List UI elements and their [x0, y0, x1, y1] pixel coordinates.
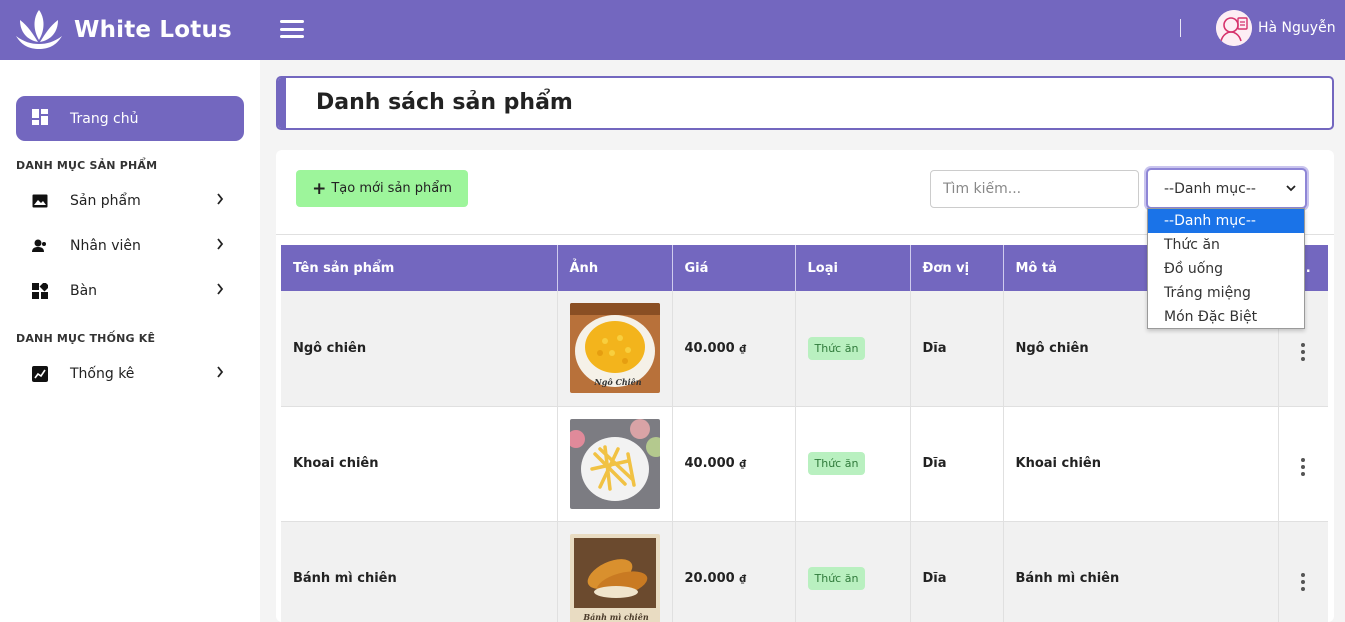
product-price: 40.000 ₫: [672, 291, 796, 407]
dashboard-icon: [32, 108, 48, 129]
product-name: Khoai chiên: [281, 406, 558, 522]
chevron-right-icon: [216, 238, 224, 254]
user-avatar-icon: [1216, 10, 1252, 46]
user-menu[interactable]: Hà Nguyễn: [1216, 10, 1336, 46]
page-title-box: Danh sách sản phẩm: [276, 76, 1334, 130]
product-price: 20.000 ₫: [672, 521, 796, 622]
hamburger-line: [280, 27, 304, 31]
column-header-unit[interactable]: Đơn vị: [910, 245, 1004, 291]
currency-symbol: ₫: [739, 459, 747, 470]
sidebar-item-label: Sản phẩm: [70, 193, 141, 209]
hamburger-menu-button[interactable]: [280, 18, 304, 40]
create-product-label: Tạo mới sản phẩm: [331, 181, 452, 196]
more-actions-icon[interactable]: [1301, 458, 1306, 476]
category-option[interactable]: Món Đặc Biệt: [1148, 305, 1304, 329]
sidebar-item-label: Nhân viên: [70, 238, 141, 254]
product-type-cell: Thức ăn: [795, 521, 911, 622]
sidebar-item-label: Thống kê: [70, 366, 135, 382]
title-accent-bar: [278, 78, 286, 128]
plus-icon: +: [312, 178, 327, 199]
sidebar-item-products[interactable]: Sản phẩm: [16, 181, 244, 221]
product-price: 40.000 ₫: [672, 406, 796, 522]
sidebar-item-home[interactable]: Trang chủ: [16, 96, 244, 141]
column-header-image[interactable]: Ảnh: [557, 245, 673, 291]
svg-text:Ngô Chiên: Ngô Chiên: [593, 377, 641, 387]
sidebar-item-label: Trang chủ: [70, 110, 139, 127]
product-type-cell: Thức ăn: [795, 291, 911, 407]
hamburger-line: [280, 35, 304, 38]
chevron-right-icon: [216, 283, 224, 299]
currency-symbol: ₫: [739, 343, 747, 355]
product-image-cell: Ngô Chiên: [557, 291, 673, 407]
row-actions-cell: [1278, 406, 1328, 522]
sidebar-item-employees[interactable]: Nhân viên: [16, 226, 244, 266]
product-type-cell: Thức ăn: [795, 406, 911, 522]
column-header-type[interactable]: Loại: [795, 245, 911, 291]
column-header-name[interactable]: Tên sản phẩm: [281, 245, 558, 291]
product-unit: Dĩa: [910, 406, 1004, 522]
image-icon: [32, 193, 48, 209]
sidebar-item-statistics[interactable]: Thống kê: [16, 354, 244, 394]
header-separator: [1180, 19, 1181, 37]
chevron-right-icon: [216, 193, 224, 209]
fried-bread-photo: Bánh mì chiên: [569, 533, 660, 622]
type-badge: Thức ăn: [807, 336, 866, 360]
page-title: Danh sách sản phẩm: [316, 90, 573, 115]
category-option[interactable]: --Danh mục--: [1148, 209, 1304, 233]
product-description: Khoai chiên: [1003, 406, 1279, 522]
category-option[interactable]: Tráng miệng: [1148, 281, 1304, 305]
svg-text:Bánh mì chiên: Bánh mì chiên: [582, 612, 648, 622]
hamburger-line: [280, 20, 304, 23]
chevron-right-icon: [216, 366, 224, 382]
row-actions-cell: [1278, 521, 1328, 622]
fried-corn-photo: Ngô Chiên: [569, 303, 660, 394]
price-value: 40.000: [684, 340, 735, 356]
table-row[interactable]: Bánh mì chiên Bánh mì chiên 20.000 ₫ Thứ…: [281, 521, 1328, 622]
person-icon: [32, 238, 48, 254]
price-value: 40.000: [684, 456, 735, 471]
category-option[interactable]: Thức ăn: [1148, 233, 1304, 257]
product-name: Bánh mì chiên: [281, 521, 558, 622]
product-image-cell: [557, 406, 673, 522]
product-unit: Dĩa: [910, 521, 1004, 622]
lotus-logo-icon: [16, 10, 62, 49]
sidebar-item-tables[interactable]: Bàn: [16, 271, 244, 311]
table-row[interactable]: Khoai chiên 40.000 ₫ Thức ăn Dĩa Khoai c…: [281, 406, 1328, 522]
avatar: [1216, 10, 1252, 46]
sidebar-section-title: DANH MỤC THỐNG KÊ: [16, 332, 156, 345]
type-badge: Thức ăn: [807, 567, 866, 590]
category-dropdown-list: --Danh mục-- Thức ăn Đồ uống Tráng miệng…: [1147, 208, 1305, 329]
create-product-button[interactable]: + Tạo mới sản phẩm: [296, 170, 468, 207]
product-unit: Dĩa: [910, 291, 1004, 407]
sidebar: Trang chủ DANH MỤC SẢN PHẨM Sản phẩm Nhâ…: [0, 60, 260, 622]
currency-symbol: ₫: [739, 574, 747, 585]
more-actions-icon[interactable]: [1301, 342, 1306, 361]
chevron-down-icon: [1285, 182, 1297, 198]
category-option[interactable]: Đồ uống: [1148, 257, 1304, 281]
category-select-value: --Danh mục--: [1164, 180, 1256, 197]
sidebar-section-title: DANH MỤC SẢN PHẨM: [16, 159, 158, 172]
column-header-price[interactable]: Giá: [672, 245, 796, 291]
type-badge: Thức ăn: [807, 452, 866, 475]
price-value: 20.000: [684, 571, 735, 586]
chart-icon: [32, 366, 48, 382]
category-select[interactable]: --Danh mục--: [1146, 168, 1307, 209]
french-fries-photo: [569, 418, 660, 509]
search-input[interactable]: [930, 170, 1139, 208]
product-name: Ngô chiên: [281, 291, 558, 407]
top-navbar: White Lotus Hà Nguyễn: [0, 0, 1345, 60]
brand[interactable]: White Lotus: [14, 4, 232, 56]
more-actions-icon[interactable]: [1301, 573, 1306, 591]
brand-name: White Lotus: [74, 17, 232, 43]
user-name: Hà Nguyễn: [1258, 20, 1336, 36]
sidebar-item-label: Bàn: [70, 283, 98, 299]
grid-icon: [32, 283, 48, 299]
product-description: Bánh mì chiên: [1003, 521, 1279, 622]
product-image-cell: Bánh mì chiên: [557, 521, 673, 622]
